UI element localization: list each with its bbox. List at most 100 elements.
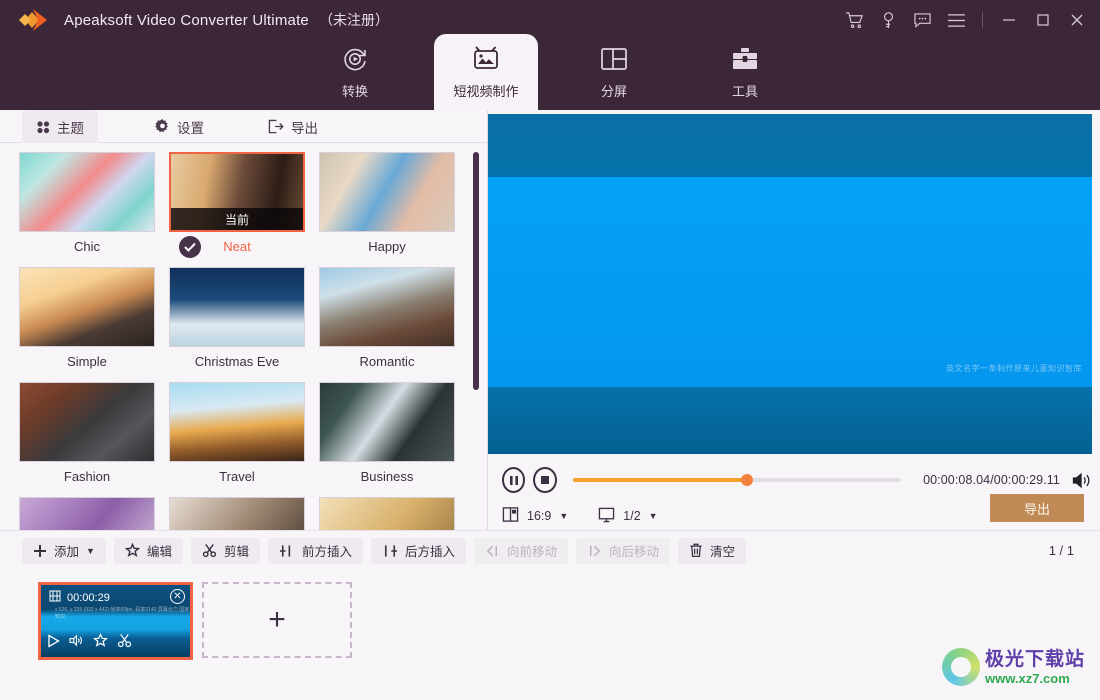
play-icon[interactable] (47, 633, 60, 653)
monitor-icon (598, 507, 615, 526)
export-button[interactable]: 导出 (990, 494, 1084, 522)
theme-item-travel[interactable]: Travel (169, 382, 305, 490)
move-left-icon (485, 544, 500, 558)
add-clip-slot[interactable]: + (202, 582, 352, 658)
convert-icon (340, 44, 370, 74)
preview-band-bottom (488, 387, 1092, 454)
volume-icon-clip[interactable] (69, 634, 84, 652)
theme-thumbnail (169, 382, 305, 462)
edit-star-icon-clip[interactable] (93, 632, 108, 653)
toolbar-button-move-right: 向后移动 (576, 537, 671, 564)
preview-panel: 英文名字一条制作原来儿童知识智库 00:00:08.04/00:00:29.11 (488, 110, 1100, 530)
nav-tab-collage-label: 分屏 (600, 84, 627, 99)
collage-icon (600, 44, 628, 74)
toolbar-button-trash[interactable]: 清空 (678, 537, 747, 564)
site-watermark: 极光下载站 www.xz7.com (942, 642, 1092, 692)
timeline-strip: 00:00:29 ✕ x 526, y 235 (932 x 442) 帧率60… (0, 570, 1100, 700)
toolbar-button-edit-star[interactable]: 编辑 (113, 537, 183, 564)
toolbar-button-scissors[interactable]: 剪辑 (190, 537, 260, 564)
toolbar-button-label: 前方插入 (301, 545, 352, 559)
nav-tab-mv-label: 短视频制作 (453, 84, 519, 99)
theme-thumbnail (19, 267, 155, 347)
sub-tab-settings[interactable]: 设置 (141, 110, 218, 143)
toolbar-button-insert-after[interactable]: 后方插入 (370, 537, 466, 564)
screen-size-selector[interactable]: 1/2 ▼ (598, 507, 658, 526)
stop-icon[interactable] (533, 467, 557, 493)
site-watermark-url: www.xz7.com (985, 670, 1070, 686)
player-options-row: 16:9 ▼ 1/2 ▼ 导出 (488, 494, 1092, 534)
toolbar-button-plus[interactable]: 添加 ▼ (22, 537, 106, 564)
aspect-ratio-value: 16:9 (527, 509, 552, 523)
scissors-icon-clip[interactable] (117, 633, 132, 653)
theme-thumbnail (319, 382, 455, 462)
toolbar-button-label: 编辑 (146, 545, 172, 559)
volume-icon[interactable] (1072, 472, 1092, 489)
theme-grid[interactable]: Chic 当前 Neat Happy Simple Christmas Eve Romant… (0, 143, 478, 530)
main-nav: 转换 短视频制作 分屏 工具 (0, 34, 1100, 110)
nav-tab-mv[interactable]: 短视频制作 (434, 34, 538, 110)
theme-selected-check-icon (179, 236, 201, 258)
timeline-clip[interactable]: 00:00:29 ✕ x 526, y 235 (932 x 442) 帧率60… (38, 582, 193, 660)
theme-item-happy[interactable]: Happy (319, 152, 455, 260)
scissors-icon (202, 543, 217, 558)
theme-item-partial-1[interactable] (19, 497, 155, 530)
nav-tab-collage[interactable]: 分屏 (562, 34, 666, 110)
preview-watermark-text: 英文名字一条制作原来儿童知识智库 (946, 364, 1082, 373)
clip-duration-label: 00:00:29 (67, 591, 110, 604)
sub-tab-theme[interactable]: 主题 (22, 110, 98, 143)
preview-band-mid (488, 177, 1092, 387)
theme-label: Chic (73, 238, 100, 254)
toolbar-button-label: 后方插入 (404, 545, 455, 559)
theme-item-simple[interactable]: Simple (19, 267, 155, 375)
site-watermark-name: 极光下载站 (985, 648, 1086, 670)
sub-tab-export[interactable]: 导出 (254, 110, 332, 143)
theme-label: Romantic (359, 353, 415, 369)
clip-overlay-text: x 526, y 235 (932 x 442) 帧率60fps, 码率3140… (55, 607, 190, 620)
chevron-down-icon-2[interactable]: ▼ (649, 511, 658, 521)
nav-tab-toolbox[interactable]: 工具 (693, 34, 797, 110)
nav-tab-convert[interactable]: 转换 (303, 34, 407, 110)
chevron-down-icon-add[interactable]: ▼ (86, 546, 95, 556)
theme-thumbnail (19, 382, 155, 462)
close-circle-icon[interactable]: ✕ (170, 589, 185, 604)
theme-thumbnail (319, 152, 455, 232)
theme-item-business[interactable]: Business (319, 382, 455, 490)
theme-thumbnail (319, 267, 455, 347)
theme-panel: 主题 设置 导出 Chic 当前 Neat Happy Simple Chris… (0, 110, 488, 530)
progress-slider[interactable] (572, 474, 902, 486)
theme-item-christmas-eve[interactable]: Christmas Eve (169, 267, 305, 375)
theme-item-neat[interactable]: 当前 Neat (169, 152, 305, 260)
toolbar-button-insert-before[interactable]: 前方插入 (267, 537, 363, 564)
pause-icon[interactable] (502, 467, 526, 493)
controls-divider (982, 12, 983, 28)
theme-item-romantic[interactable]: Romantic (319, 267, 455, 375)
current-theme-badge: 当前 (171, 208, 303, 230)
trash-icon (689, 543, 703, 558)
move-right-icon (587, 544, 602, 558)
mv-icon (471, 44, 501, 74)
progress-handle[interactable] (740, 474, 753, 486)
theme-item-fashion[interactable]: Fashion (19, 382, 155, 490)
toolbar-button-label: 向后移动 (609, 545, 660, 559)
theme-label: Happy (368, 238, 406, 254)
theme-thumbnail (169, 267, 305, 347)
aspect-ratio-selector[interactable]: 16:9 ▼ (502, 506, 568, 526)
theme-item-chic[interactable]: Chic (19, 152, 155, 260)
theme-label: Business (360, 468, 414, 484)
toolbox-icon (731, 44, 759, 74)
sub-tab-theme-label: 主题 (57, 120, 84, 136)
grid-icon (36, 120, 50, 134)
video-preview[interactable]: 英文名字一条制作原来儿童知识智库 (488, 114, 1092, 454)
toolbar-button-label: 向前移动 (507, 545, 558, 559)
theme-thumbnail (319, 497, 455, 530)
time-display: 00:00:08.04/00:00:29.11 (923, 473, 1060, 487)
chevron-down-icon[interactable]: ▼ (559, 511, 568, 521)
theme-item-partial-3[interactable] (319, 497, 455, 530)
sub-tab-export-label: 导出 (291, 120, 318, 136)
plus-icon-slot: + (268, 603, 286, 636)
theme-scrollbar[interactable] (473, 152, 479, 390)
theme-item-partial-2[interactable] (169, 497, 305, 530)
app-window: Apeaksoft Video Converter Ultimate （未注册） (0, 0, 1100, 700)
preview-band-top (488, 114, 1092, 177)
clip-tools (47, 632, 132, 653)
